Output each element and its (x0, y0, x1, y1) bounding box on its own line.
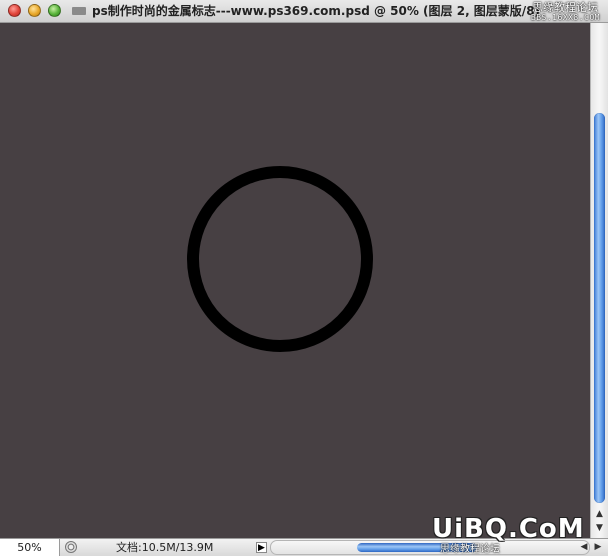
ring-circle (187, 166, 373, 352)
scroll-right-arrow-icon[interactable]: ▶ (592, 539, 604, 556)
document-size-info: 文档:10.5M/13.9M (116, 541, 214, 554)
minimize-button[interactable] (28, 4, 41, 17)
status-menu-arrow-icon[interactable]: ▶ (256, 542, 267, 553)
zoom-button[interactable] (48, 4, 61, 17)
close-button[interactable] (8, 4, 21, 17)
vertical-scrollbar[interactable]: ▲ ▼ (590, 23, 608, 538)
photoshop-document-window: ps制作时尚的金属标志---www.ps369.com.psd @ 50% (图… (0, 0, 608, 556)
black-ring-shape (187, 166, 373, 352)
watermark-top-url: BBS.16XX8.COM (530, 13, 600, 22)
scroll-up-arrow-icon[interactable]: ▲ (591, 507, 608, 521)
status-info-icon[interactable] (65, 541, 77, 553)
watermark-bottom-sub: 思缘教程论坛 (440, 544, 500, 555)
zoom-level-field[interactable]: 50% (0, 539, 60, 556)
title-bar[interactable]: ps制作时尚的金属标志---www.ps369.com.psd @ 50% (图… (0, 0, 608, 23)
vertical-scroll-thumb[interactable] (594, 113, 605, 503)
scroll-down-arrow-icon[interactable]: ▼ (591, 521, 608, 535)
window-title: ps制作时尚的金属标志---www.ps369.com.psd @ 50% (图… (92, 4, 541, 18)
document-proxy-icon[interactable] (72, 7, 86, 15)
document-canvas[interactable] (0, 23, 590, 538)
